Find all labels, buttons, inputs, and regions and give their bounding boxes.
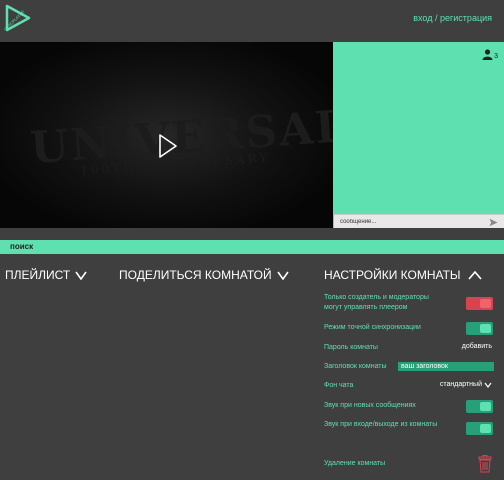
control-toggle[interactable]	[466, 297, 493, 310]
search-label: поиск	[10, 242, 34, 251]
chevron-down-icon	[75, 271, 87, 280]
playlist-title: ПЛЕЙЛИСТ	[5, 268, 71, 282]
chevron-up-icon	[467, 270, 482, 280]
add-password-button[interactable]: добавить	[462, 343, 492, 350]
setting-chat-bg-label: Фон чата	[324, 382, 354, 389]
tab-playlist[interactable]: ПЛЕЙЛИСТ	[5, 268, 87, 282]
delete-room-label: Удаление комнаты	[324, 460, 386, 467]
settings-title: НАСТРОЙКИ КОМНАТЫ	[324, 268, 461, 282]
sync-toggle[interactable]	[466, 322, 493, 335]
video-player[interactable]: UNIVERSAL 100TH ANNIVERSARY	[0, 42, 333, 228]
user-count: 3	[494, 53, 498, 60]
room-title-input[interactable]	[398, 362, 494, 371]
header: SYNCPLAYER вход / регистрация	[0, 0, 504, 42]
user-icon	[482, 49, 493, 60]
sound-join-toggle[interactable]	[466, 422, 493, 435]
tab-room-settings[interactable]: НАСТРОЙКИ КОМНАТЫ	[324, 268, 482, 282]
search-bar[interactable]: поиск	[0, 240, 504, 254]
play-icon[interactable]	[156, 132, 180, 160]
chat-panel: 3	[333, 42, 504, 228]
share-title: ПОДЕЛИТЬСЯ КОМНАТОЙ	[119, 268, 272, 282]
setting-password-label: Пароль комнаты	[324, 344, 378, 351]
trash-icon[interactable]	[478, 455, 492, 473]
chat-bg-select[interactable]: стандартный	[440, 381, 492, 388]
chat-input-bar	[334, 214, 504, 228]
setting-sound-join-label: Звук при входе/выходе из комнаты	[324, 421, 438, 428]
chat-bg-value: стандартный	[439, 381, 482, 388]
chat-message-input[interactable]	[340, 217, 480, 227]
tab-share-room[interactable]: ПОДЕЛИТЬСЯ КОМНАТОЙ	[119, 268, 289, 282]
setting-sound-messages-label: Звук при новых сообщениях	[324, 402, 416, 409]
setting-sync-label: Режим точной синхронизации	[324, 324, 421, 331]
chevron-down-icon	[276, 271, 289, 280]
online-users[interactable]: 3	[482, 49, 498, 60]
send-icon[interactable]	[489, 218, 498, 227]
setting-title-label: Заголовок комнаты	[324, 363, 387, 370]
setting-control-label: Только создатель и модераторы могут упра…	[324, 294, 429, 311]
sound-messages-toggle[interactable]	[466, 400, 493, 413]
login-register-link[interactable]: вход / регистрация	[413, 13, 492, 23]
chevron-down-icon	[484, 382, 492, 388]
